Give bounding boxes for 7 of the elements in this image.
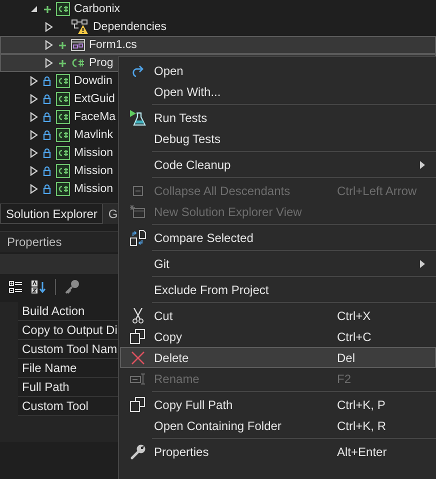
property-name: Copy to Output Di (22, 323, 118, 337)
property-name: Custom Tool (22, 399, 88, 413)
panel-title: Properties (7, 235, 62, 249)
property-name: Custom Tool Nam (22, 342, 118, 356)
property-name: Build Action (22, 304, 85, 318)
property-name: File Name (22, 361, 77, 375)
property-name: Full Path (22, 380, 70, 394)
